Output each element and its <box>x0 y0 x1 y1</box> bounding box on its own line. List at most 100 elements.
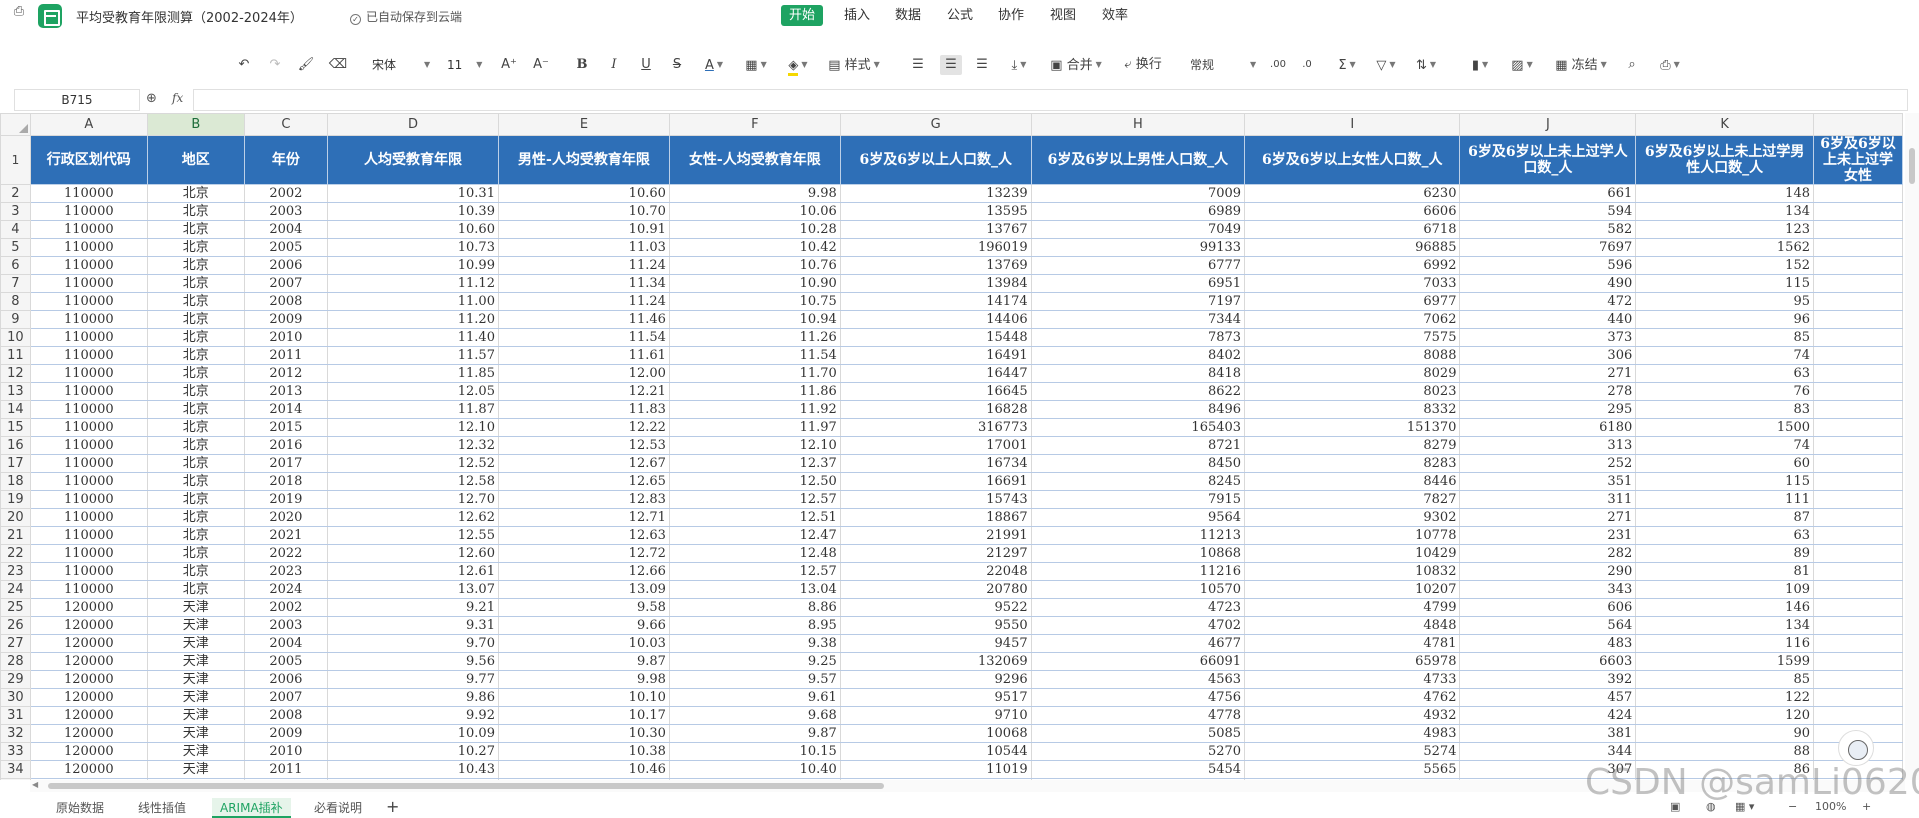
table-cell[interactable]: 4702 <box>1030 616 1246 635</box>
table-cell[interactable]: 110000 <box>29 562 148 581</box>
table-cell[interactable]: 8402 <box>1030 346 1246 365</box>
table-cell[interactable]: 11019 <box>839 760 1032 779</box>
menu-view[interactable]: 视图 <box>1042 5 1084 26</box>
row-number[interactable]: 20 <box>0 508 31 527</box>
table-cell[interactable]: 北京 <box>146 184 245 203</box>
increase-decimal-icon[interactable]: .00 <box>1268 55 1288 75</box>
align-right-icon[interactable]: ☰ <box>972 55 992 75</box>
table-cell[interactable]: 22048 <box>839 562 1032 581</box>
font-size-select[interactable]: 11 ▼ <box>447 55 487 75</box>
table-cell[interactable]: 11.70 <box>668 364 841 383</box>
table-cell[interactable] <box>1813 418 1903 437</box>
table-cell[interactable]: 132069 <box>839 652 1032 671</box>
table-cell[interactable]: 8283 <box>1244 454 1461 473</box>
table-cell[interactable]: 6230 <box>1244 184 1461 203</box>
table-cell[interactable]: 110000 <box>29 490 148 509</box>
vertical-scroll-thumb[interactable] <box>1909 148 1915 184</box>
save-icon[interactable]: ⎙ <box>8 2 30 22</box>
cell-style-button[interactable]: ▤ 样式 ▼ <box>828 55 880 75</box>
table-cell[interactable]: 96885 <box>1244 238 1461 257</box>
table-cell[interactable]: 120000 <box>29 760 148 779</box>
sum-icon[interactable]: Σ ▼ <box>1333 55 1361 75</box>
table-cell[interactable]: 12.60 <box>327 544 499 563</box>
select-all-corner[interactable] <box>0 113 31 136</box>
table-cell[interactable] <box>1813 220 1903 239</box>
align-center-icon[interactable]: ☰ <box>940 55 962 75</box>
table-cell[interactable]: 北京 <box>146 220 245 239</box>
table-cell[interactable]: 12.22 <box>497 418 670 437</box>
table-cell[interactable]: 10.10 <box>497 688 670 707</box>
table-cell[interactable]: 9296 <box>839 670 1032 689</box>
table-cell[interactable]: 2006 <box>243 670 329 689</box>
table-cell[interactable]: 16447 <box>839 364 1032 383</box>
row-number[interactable]: 25 <box>0 598 31 617</box>
table-cell[interactable]: 天津 <box>146 670 245 689</box>
table-cell[interactable]: 148 <box>1635 184 1814 203</box>
table-cell[interactable]: 120000 <box>29 742 148 761</box>
table-cell[interactable]: 6180 <box>1459 418 1637 437</box>
table-cell[interactable]: 89 <box>1635 544 1814 563</box>
row-number[interactable]: 26 <box>0 616 31 635</box>
table-cell[interactable]: 9522 <box>839 598 1032 617</box>
table-cell[interactable]: 7575 <box>1244 328 1461 347</box>
column-header[interactable]: J <box>1459 113 1637 136</box>
table-cell[interactable]: 北京 <box>146 508 245 527</box>
table-cell[interactable]: 16828 <box>839 400 1032 419</box>
table-cell[interactable] <box>1813 454 1903 473</box>
table-cell[interactable]: 2009 <box>243 310 329 329</box>
table-cell[interactable]: 152 <box>1635 256 1814 275</box>
table-cell[interactable]: 110000 <box>29 328 148 347</box>
horizontal-scroll-thumb[interactable] <box>48 783 884 789</box>
table-cell[interactable]: 111 <box>1635 490 1814 509</box>
table-cell[interactable]: 12.72 <box>497 544 670 563</box>
row-number[interactable]: 13 <box>0 382 31 401</box>
table-cell[interactable]: 10.43 <box>327 760 499 779</box>
row-number[interactable]: 4 <box>0 220 31 239</box>
row-number[interactable]: 33 <box>0 742 31 761</box>
table-cell[interactable]: 12.05 <box>327 382 499 401</box>
table-cell[interactable]: 85 <box>1635 328 1814 347</box>
table-cell[interactable]: 10.73 <box>327 238 499 257</box>
table-cell[interactable]: 北京 <box>146 328 245 347</box>
table-cell[interactable]: 88 <box>1635 742 1814 761</box>
table-cell[interactable]: 12.21 <box>497 382 670 401</box>
table-cell[interactable]: 8496 <box>1030 400 1246 419</box>
table-cell[interactable]: 74 <box>1635 346 1814 365</box>
table-cell[interactable]: 12.10 <box>668 436 841 455</box>
table-cell[interactable]: 11213 <box>1030 526 1246 545</box>
table-cell[interactable]: 351 <box>1459 472 1637 491</box>
bold-icon[interactable]: B <box>572 55 592 75</box>
font-family-select[interactable]: 宋体 ▼ <box>372 55 436 75</box>
freeze-panes-button[interactable]: ▦ 冻结 ▼ <box>1551 55 1611 75</box>
table-cell[interactable]: 7033 <box>1244 274 1461 293</box>
table-cell[interactable] <box>1813 490 1903 509</box>
column-header[interactable]: D <box>327 113 499 136</box>
table-cell[interactable]: 天津 <box>146 724 245 743</box>
table-cell[interactable]: 10.09 <box>327 724 499 743</box>
table-cell[interactable]: 12.51 <box>668 508 841 527</box>
table-cell[interactable]: 110000 <box>29 526 148 545</box>
table-cell[interactable]: 北京 <box>146 454 245 473</box>
table-cell[interactable]: 110000 <box>29 508 148 527</box>
row-number[interactable]: 18 <box>0 472 31 491</box>
table-cell[interactable]: 134 <box>1635 202 1814 221</box>
table-cell[interactable]: 99133 <box>1030 238 1246 257</box>
table-cell[interactable]: 10.06 <box>668 202 841 221</box>
table-cell[interactable]: 9.61 <box>668 688 841 707</box>
align-left-icon[interactable]: ☰ <box>908 55 928 75</box>
table-cell[interactable]: 北京 <box>146 472 245 491</box>
table-cell[interactable]: 12.70 <box>327 490 499 509</box>
font-color-icon[interactable]: A ▼ <box>701 55 727 75</box>
table-cell[interactable]: 120 <box>1635 706 1814 725</box>
row-number[interactable]: 23 <box>0 562 31 581</box>
undo-icon[interactable]: ↶ <box>234 55 254 75</box>
table-cell[interactable]: 661 <box>1459 184 1637 203</box>
table-cell[interactable]: 252 <box>1459 454 1637 473</box>
vertical-scrollbar[interactable] <box>1905 113 1919 780</box>
table-cell[interactable]: 282 <box>1459 544 1637 563</box>
table-cell[interactable]: 北京 <box>146 346 245 365</box>
table-cell[interactable]: 10.31 <box>327 184 499 203</box>
table-cell[interactable]: 11.20 <box>327 310 499 329</box>
table-cell[interactable]: 2006 <box>243 256 329 275</box>
table-cell[interactable]: 16691 <box>839 472 1032 491</box>
